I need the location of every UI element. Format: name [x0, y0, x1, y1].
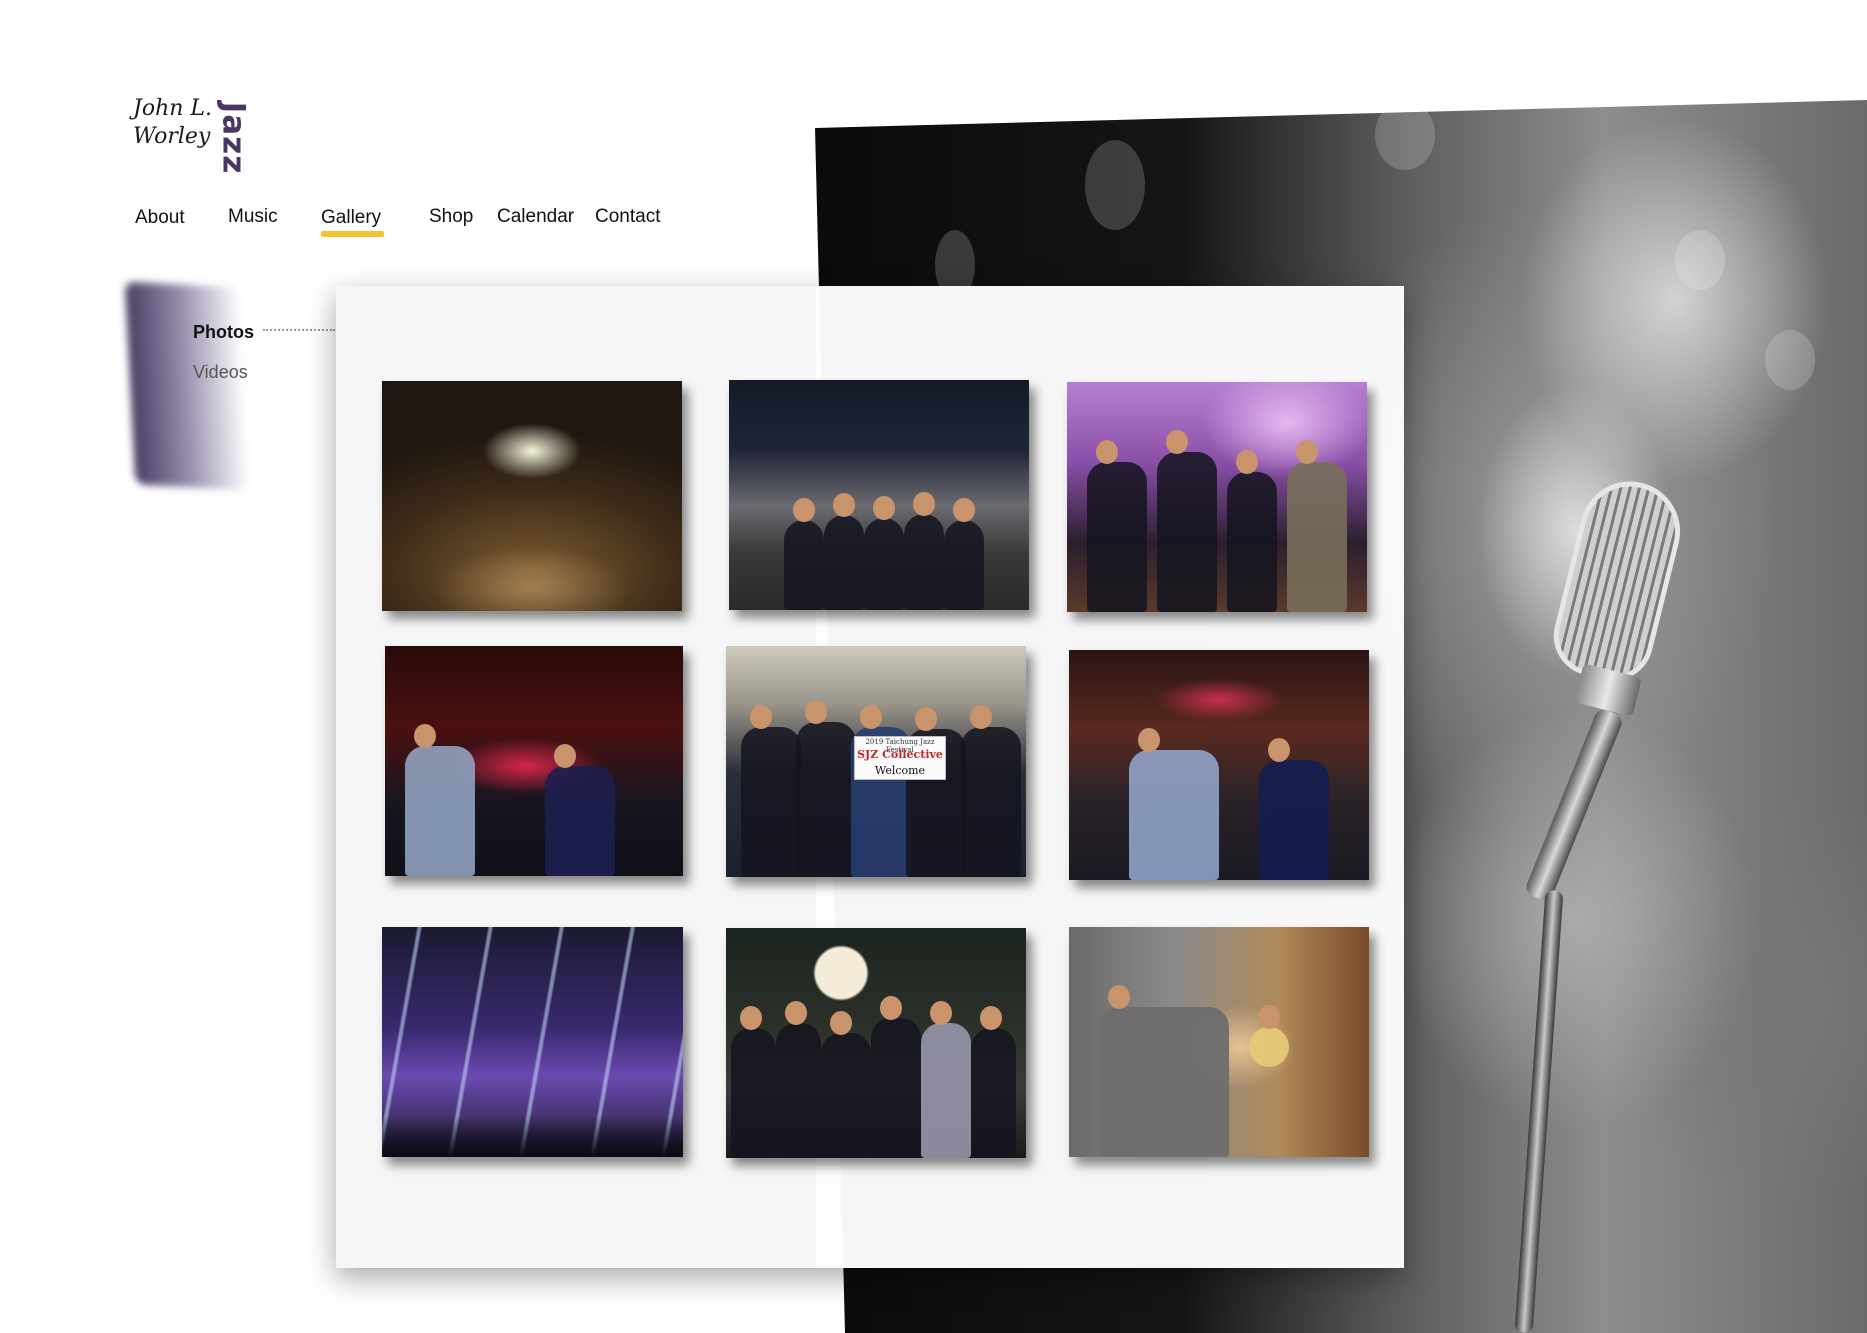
gallery-photo-airport-welcome[interactable]: 2019 Taichung Jazz Festival SJZ Collecti…: [726, 646, 1026, 877]
nav-shop[interactable]: Shop: [429, 206, 473, 228]
sign-group-line: SJZ Collective: [857, 748, 943, 761]
site-logo[interactable]: John L. Worley Jazz: [133, 86, 251, 174]
gallery-photo-street-group[interactable]: [726, 928, 1026, 1158]
gallery-photo-festival-crowd[interactable]: [382, 381, 682, 611]
gallery-photo-saxophone-band[interactable]: [1067, 382, 1367, 612]
sign-welcome-line: Welcome: [874, 764, 926, 777]
microphone-arm: [1523, 707, 1625, 903]
crowd-silhouette: [382, 519, 682, 611]
welcome-sign: 2019 Taichung Jazz Festival SJZ Collecti…: [854, 736, 946, 780]
nav-calendar[interactable]: Calendar: [497, 206, 574, 228]
gallery-photo-stage-lights[interactable]: [382, 927, 683, 1157]
nav-gallery[interactable]: Gallery: [321, 207, 381, 229]
microphone-head: [1545, 470, 1691, 690]
subnav-videos[interactable]: Videos: [193, 362, 248, 383]
microphone-stand: [1514, 889, 1564, 1333]
subnav-decoration: [124, 281, 251, 491]
musicians: [385, 724, 683, 876]
microphone-image: [1514, 470, 1691, 1333]
gallery-photo-band-stage[interactable]: [729, 380, 1029, 610]
subnav-photos[interactable]: Photos: [193, 322, 254, 343]
logo-last-name: Worley: [133, 124, 211, 149]
logo-jazz-word: Jazz: [215, 101, 252, 175]
nav-active-indicator: [321, 231, 384, 237]
stage-floor: [382, 1115, 683, 1157]
group-members: [726, 996, 1026, 1158]
nav-music[interactable]: Music: [228, 206, 278, 228]
nav-contact[interactable]: Contact: [595, 206, 660, 228]
logo-first-name: John L.: [133, 96, 212, 121]
gallery-photo-trumpet-player[interactable]: [1069, 927, 1369, 1157]
band-members: [1067, 430, 1367, 612]
band-members: [729, 484, 1029, 610]
subnav-connector-line: [263, 329, 335, 331]
gallery-photo-blue-note-duo[interactable]: [385, 646, 683, 876]
gallery-photo-blue-note-trumpet[interactable]: [1069, 650, 1369, 880]
nav-about[interactable]: About: [135, 207, 185, 229]
musicians: [1069, 728, 1369, 880]
trumpet-player: [1069, 985, 1369, 1157]
